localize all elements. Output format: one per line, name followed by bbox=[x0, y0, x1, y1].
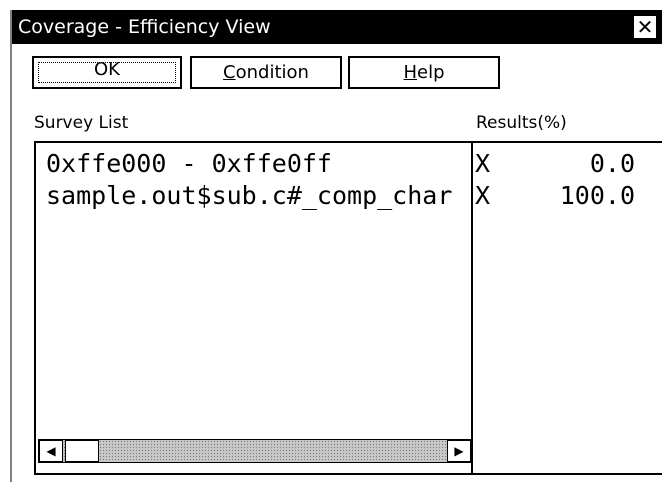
result-flag: X bbox=[475, 149, 491, 178]
window-title: Coverage - Efficiency View bbox=[18, 16, 271, 38]
results-label: Results(%) bbox=[476, 113, 567, 133]
condition-button-label: ondition bbox=[235, 62, 309, 83]
condition-mnemonic: C bbox=[223, 62, 236, 83]
horizontal-scrollbar[interactable]: ◀ ▶ bbox=[38, 439, 472, 463]
arrow-right-icon[interactable]: ▶ bbox=[447, 440, 471, 462]
scrollbar-thumb[interactable] bbox=[65, 440, 99, 462]
ok-button[interactable]: OK bbox=[32, 56, 182, 89]
condition-button[interactable]: Condition bbox=[190, 56, 342, 89]
results-list[interactable]: X 0.0 X 100.0 bbox=[471, 141, 662, 475]
result-flag: X bbox=[475, 181, 491, 210]
efficiency-view-window: Coverage - Efficiency View ✕ OK Conditio… bbox=[10, 10, 662, 482]
survey-list[interactable]: 0xffe000 - 0xffe0ff sample.out$sub.c#_co… bbox=[34, 141, 476, 475]
title-bar[interactable]: Coverage - Efficiency View ✕ bbox=[12, 10, 662, 44]
result-value: 0.0 bbox=[589, 149, 635, 178]
help-button-label: elp bbox=[417, 62, 445, 83]
arrow-left-icon[interactable]: ◀ bbox=[39, 440, 63, 462]
close-icon[interactable]: ✕ bbox=[634, 16, 656, 38]
help-mnemonic: H bbox=[403, 62, 418, 83]
list-item[interactable]: 0xffe000 - 0xffe0ff bbox=[46, 149, 332, 179]
result-value: 100.0 bbox=[559, 181, 635, 210]
list-item[interactable]: sample.out$sub.c#_comp_char bbox=[46, 181, 452, 211]
survey-list-label: Survey List bbox=[34, 113, 129, 133]
ok-button-label: OK bbox=[94, 59, 120, 80]
help-button[interactable]: Help bbox=[348, 56, 500, 89]
